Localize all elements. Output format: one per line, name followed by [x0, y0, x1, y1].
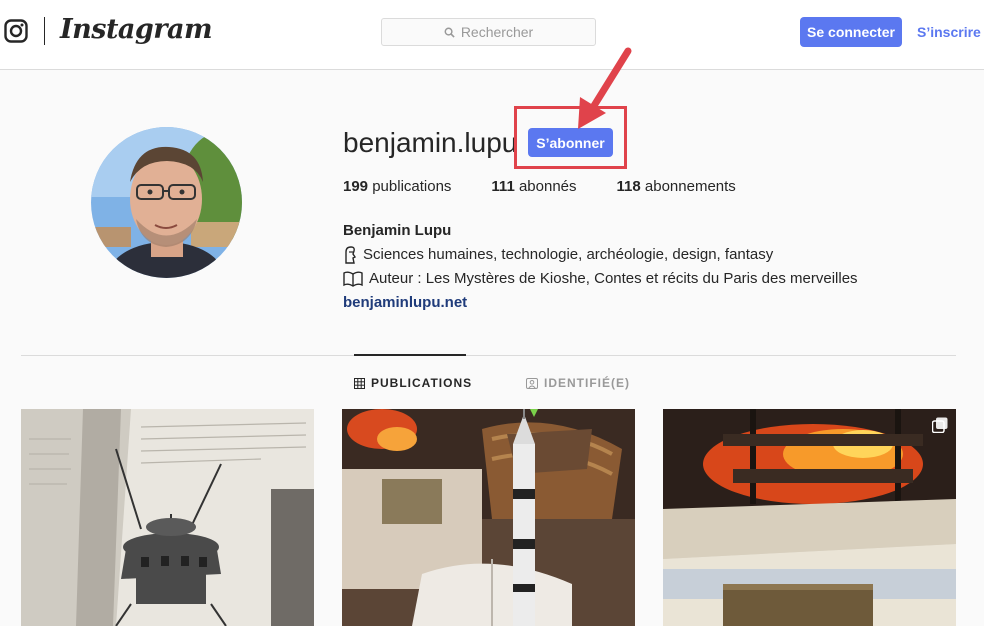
- annotation-arrow-icon: [578, 47, 632, 129]
- stat-publications[interactable]: 199 publications: [343, 178, 451, 195]
- signup-link[interactable]: S’inscrire: [917, 24, 981, 40]
- instagram-glyph-icon[interactable]: [4, 19, 28, 43]
- bio-text: Sciences humaines, technologie, archéolo…: [363, 246, 774, 263]
- profile-full-name: Benjamin Lupu: [343, 222, 452, 239]
- post-thumbnail[interactable]: [663, 409, 956, 626]
- profile-stats: 199 publications 111 abonnés 118 abonnem…: [343, 178, 776, 195]
- instagram-wordmark[interactable]: Instagram: [60, 14, 213, 45]
- moai-icon: [345, 246, 357, 264]
- stat-count: 111: [491, 178, 515, 195]
- tab-tagged[interactable]: IDENTIFIÉ(E): [526, 376, 630, 390]
- post-thumbnail[interactable]: [342, 409, 635, 626]
- tabs-divider: [21, 355, 956, 356]
- profile-bio: Benjamin Lupu Sciences humaines, technol…: [343, 219, 858, 315]
- stat-label: abonnés: [518, 178, 577, 195]
- tab-publications[interactable]: PUBLICATIONS: [354, 376, 472, 390]
- stat-label: abonnements: [644, 178, 736, 195]
- grid-icon: [354, 377, 365, 389]
- stat-label: publications: [372, 178, 452, 195]
- stat-following[interactable]: 118 abonnements: [617, 178, 736, 195]
- tab-label: PUBLICATIONS: [371, 376, 473, 390]
- stat-count: 199: [343, 178, 369, 195]
- search-input[interactable]: Rechercher: [381, 18, 596, 46]
- tab-label: IDENTIFIÉ(E): [544, 376, 630, 390]
- bio-text: Auteur : Les Mystères de Kioshe, Contes …: [369, 270, 858, 287]
- stat-count: 118: [616, 178, 641, 195]
- post-thumbnail[interactable]: [21, 409, 314, 626]
- book-icon: [343, 271, 363, 287]
- nav-divider: [44, 17, 45, 45]
- multi-photo-icon: [932, 417, 948, 433]
- tab-active-indicator: [354, 354, 466, 356]
- tagged-user-icon: [526, 377, 538, 389]
- profile-username: benjamin.lupu: [343, 127, 518, 158]
- bio-line: Sciences humaines, technologie, archéolo…: [343, 243, 858, 267]
- avatar[interactable]: [91, 127, 242, 278]
- bio-line: Auteur : Les Mystères de Kioshe, Contes …: [343, 267, 858, 291]
- search-placeholder: Rechercher: [460, 24, 534, 40]
- top-nav: Instagram Rechercher Se connecter S’insc…: [0, 0, 984, 70]
- profile-website-link[interactable]: benjaminlupu.net: [343, 291, 858, 315]
- search-icon: [444, 27, 455, 38]
- login-button[interactable]: Se connecter: [800, 17, 902, 47]
- stat-followers[interactable]: 111 abonnés: [491, 178, 576, 195]
